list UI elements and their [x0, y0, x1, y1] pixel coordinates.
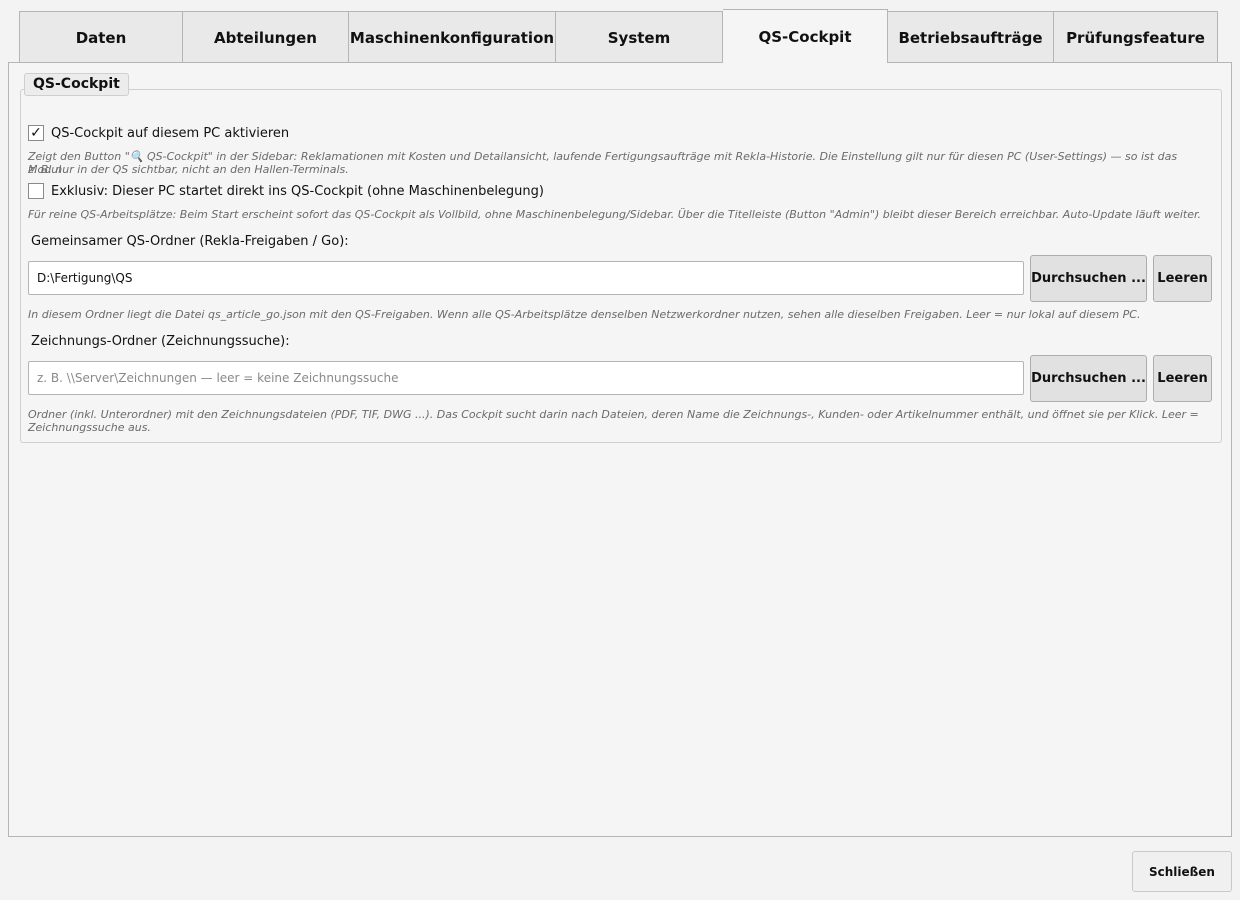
checkbox-unchecked[interactable] — [28, 183, 44, 199]
check-icon: ✓ — [30, 125, 42, 141]
tab-bar: Daten Abteilungen Maschinenkonfiguration… — [19, 9, 1218, 63]
qs-folder-browse-button[interactable]: Durchsuchen ... — [1030, 255, 1147, 302]
tab-maschinenkonfiguration[interactable]: Maschinenkonfiguration — [349, 11, 556, 63]
tab-content-panel: QS-Cockpit — [8, 62, 1232, 837]
exclusive-mode-checkbox[interactable]: Exklusiv: Dieser PC startet direkt ins Q… — [28, 183, 544, 199]
tab-pruefungsfeature[interactable]: Prüfungsfeature — [1054, 11, 1218, 63]
tab-daten[interactable]: Daten — [19, 11, 183, 63]
tab-abteilungen[interactable]: Abteilungen — [183, 11, 349, 63]
drawing-folder-input[interactable]: z. B. \\Server\Zeichnungen — leer = kein… — [28, 361, 1024, 395]
drawing-folder-label: Zeichnungs-Ordner (Zeichnungssuche): — [31, 334, 290, 349]
qs-folder-hint: In diesem Ordner liegt die Datei qs_arti… — [28, 308, 1141, 321]
drawing-folder-hint-line-2: Zeichnungssuche aus. — [28, 421, 151, 434]
activate-qs-cockpit-checkbox[interactable]: ✓ QS-Cockpit auf diesem PC aktivieren — [28, 125, 289, 141]
tab-qs-cockpit[interactable]: QS-Cockpit — [723, 9, 888, 63]
tab-system[interactable]: System — [556, 11, 723, 63]
activate-hint-line-2: z. B. nur in der QS sichtbar, nicht an d… — [28, 163, 349, 176]
activate-qs-cockpit-label: QS-Cockpit auf diesem PC aktivieren — [51, 125, 290, 141]
drawing-folder-clear-button[interactable]: Leeren — [1153, 355, 1212, 402]
drawing-folder-hint-line-1: Ordner (inkl. Unterordner) mit den Zeich… — [28, 408, 1199, 421]
tab-betriebsauftraege[interactable]: Betriebsaufträge — [888, 11, 1054, 63]
qs-folder-label: Gemeinsamer QS-Ordner (Rekla-Freigaben /… — [31, 234, 349, 249]
checkbox-checked[interactable]: ✓ — [28, 125, 44, 141]
qs-folder-input[interactable]: D:\Fertigung\QS — [28, 261, 1024, 295]
exclusive-hint: Für reine QS-Arbeitsplätze: Beim Start e… — [28, 208, 1201, 221]
drawing-folder-browse-button[interactable]: Durchsuchen ... — [1030, 355, 1147, 402]
close-button[interactable]: Schließen — [1132, 851, 1232, 892]
exclusive-mode-label: Exklusiv: Dieser PC startet direkt ins Q… — [51, 183, 544, 199]
group-title: QS-Cockpit — [24, 73, 129, 96]
qs-folder-clear-button[interactable]: Leeren — [1153, 255, 1212, 302]
